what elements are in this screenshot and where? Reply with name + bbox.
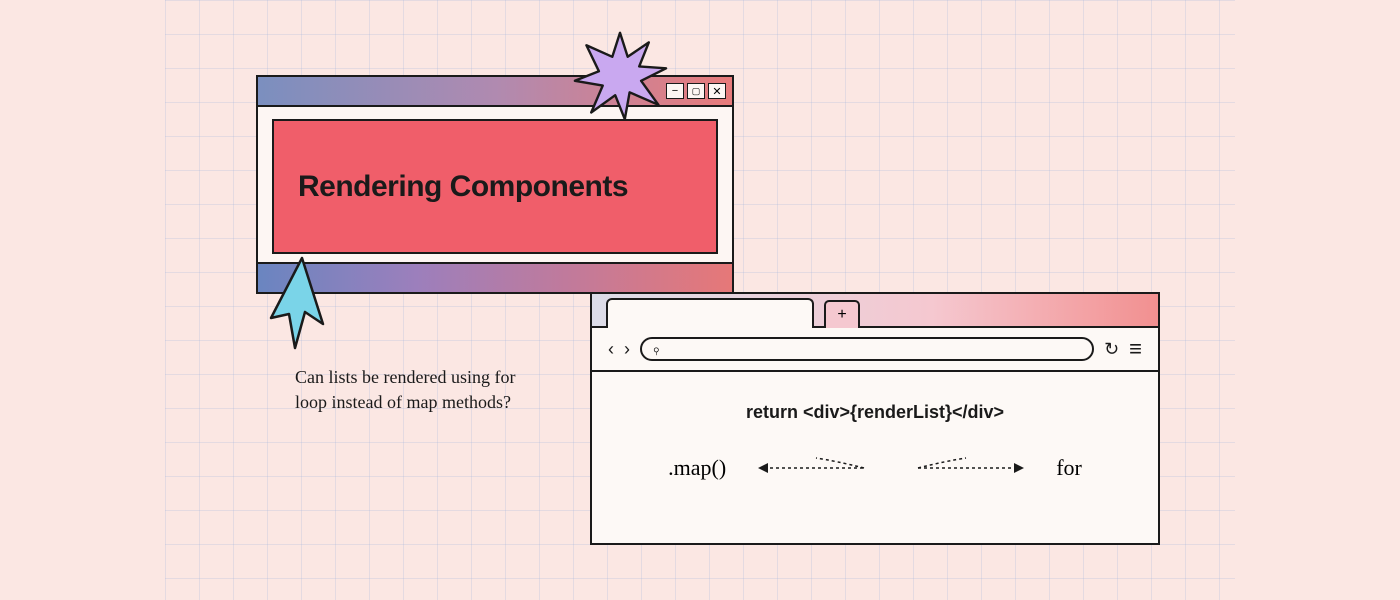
back-button[interactable]: ‹ [608, 339, 614, 360]
tab-strip: + [592, 294, 1158, 328]
browser-window: + ‹ › ⌕ ↻ ≡ return <div>{renderList}</di… [590, 292, 1160, 545]
arrow-left-icon [756, 453, 876, 483]
minimize-button[interactable]: − [666, 83, 684, 99]
close-button[interactable]: ✕ [708, 83, 726, 99]
page-title: Rendering Components [298, 170, 628, 204]
address-bar[interactable]: ⌕ [640, 337, 1094, 361]
options-row: .map() for [632, 453, 1118, 483]
forward-button[interactable]: › [624, 339, 630, 360]
maximize-button[interactable]: ▢ [687, 83, 705, 99]
menu-button[interactable]: ≡ [1129, 336, 1142, 362]
title-panel: Rendering Components [272, 119, 718, 254]
browser-toolbar: ‹ › ⌕ ↻ ≡ [592, 328, 1158, 372]
browser-content: return <div>{renderList}</div> .map() fo… [592, 372, 1158, 513]
search-icon: ⌕ [647, 340, 665, 358]
reload-button[interactable]: ↻ [1104, 339, 1119, 360]
starburst-icon [572, 28, 668, 124]
map-option: .map() [668, 455, 726, 481]
arrow-right-icon [906, 453, 1026, 483]
code-snippet: return <div>{renderList}</div> [632, 402, 1118, 423]
question-text: Can lists be rendered using for loop ins… [295, 365, 525, 415]
new-tab-button[interactable]: + [824, 300, 860, 328]
for-option: for [1056, 455, 1082, 481]
cursor-icon [267, 256, 337, 356]
active-tab[interactable] [606, 298, 814, 328]
